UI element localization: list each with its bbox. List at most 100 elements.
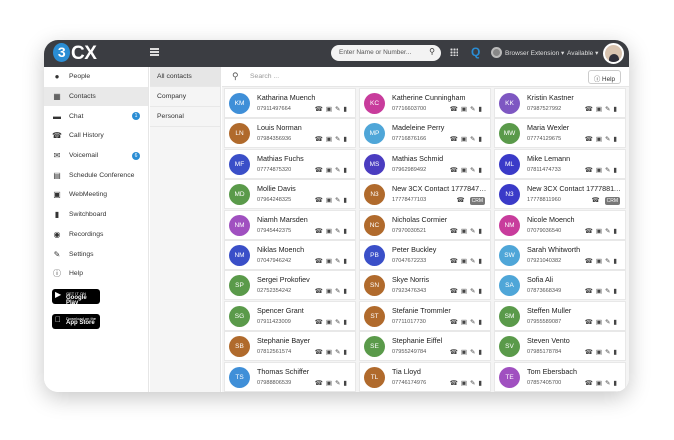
delete-icon[interactable]: ▮ [613, 258, 620, 265]
delete-icon[interactable]: ▮ [343, 319, 350, 326]
google-play-button[interactable]: ▶ GET IT ON Google Play [52, 288, 100, 306]
contact-card[interactable]: LN Louis Norman 07984356936 ☎▣✎▮ [224, 118, 356, 149]
contact-card[interactable]: MW Maria Wexler 07774129675 ☎▣✎▮ [494, 118, 626, 149]
call-icon[interactable]: ☎ [315, 197, 326, 204]
chat-icon[interactable]: ▣ [596, 258, 605, 265]
delete-icon[interactable]: ▮ [613, 136, 620, 143]
contact-card[interactable]: MP Madeleine Perry 07716876166 ☎▣✎▮ [359, 118, 491, 149]
sidebar-item-voicemail[interactable]: ✉ Voicemail 6 [44, 146, 148, 166]
call-icon[interactable]: ☎ [585, 228, 596, 235]
sidebar-item-schedule-conference[interactable]: ▤ Schedule Conference [44, 165, 148, 185]
contact-card[interactable]: NM Nicole Moench 07079036540 ☎▣✎▮ [494, 209, 626, 240]
chat-icon[interactable]: ▣ [461, 106, 470, 113]
call-icon[interactable]: ☎ [450, 106, 461, 113]
chat-icon[interactable]: ▣ [596, 136, 605, 143]
chat-icon[interactable]: ▣ [596, 167, 605, 174]
contact-card[interactable]: SG Spencer Grant 07911423009 ☎▣✎▮ [224, 300, 356, 331]
app-store-button[interactable]:  Download on the App Store [52, 313, 100, 329]
delete-icon[interactable]: ▮ [343, 228, 350, 235]
contact-card[interactable]: MS Mathias Schmid 07962989492 ☎▣✎▮ [359, 148, 491, 179]
delete-icon[interactable]: ▮ [343, 197, 350, 204]
sidebar-item-recordings[interactable]: ◉ Recordings [44, 225, 148, 245]
chat-icon[interactable]: ▣ [326, 319, 335, 326]
status-selector[interactable]: Available ▾ [567, 49, 598, 57]
chat-icon[interactable]: ▣ [326, 380, 335, 387]
chat-icon[interactable]: ▣ [461, 319, 470, 326]
delete-icon[interactable]: ▮ [613, 106, 620, 113]
call-icon[interactable]: ☎ [450, 380, 461, 387]
contact-card[interactable]: PB Peter Buckley 07047672233 ☎▣✎▮ [359, 240, 491, 270]
contact-card[interactable]: KM Katharina Muench 07911497664 ☎▣✎▮ [224, 88, 356, 118]
sidebar-item-people[interactable]: ● People [44, 67, 148, 87]
crm-badge[interactable]: CRM [604, 197, 620, 206]
contact-card[interactable]: SP Sergei Prokofiev 02752354242 ☎▣✎▮ [224, 270, 356, 301]
subnav-personal[interactable]: Personal [150, 107, 220, 127]
contact-card[interactable]: SV Steven Vento 07985178784 ☎▣✎▮ [494, 331, 626, 362]
subnav-all-contacts[interactable]: All contacts [150, 67, 220, 87]
contact-card[interactable]: ST Stefanie Trommler 07711017730 ☎▣✎▮ [359, 300, 491, 331]
chat-icon[interactable]: ▣ [596, 106, 605, 113]
call-icon[interactable]: ☎ [450, 349, 461, 356]
contact-card[interactable]: ML Mike Lemann 07811474733 ☎▣✎▮ [494, 148, 626, 179]
call-icon[interactable]: ☎ [457, 197, 468, 204]
delete-icon[interactable]: ▮ [613, 319, 620, 326]
subnav-company[interactable]: Company [150, 87, 220, 107]
chat-icon[interactable]: ▣ [461, 228, 470, 235]
call-icon[interactable]: ☎ [450, 258, 461, 265]
user-avatar[interactable] [603, 43, 624, 64]
delete-icon[interactable]: ▮ [478, 106, 485, 113]
contact-card[interactable]: N3 New 3CX Contact 17778477… 17778477103 ☎ C… [359, 179, 491, 210]
delete-icon[interactable]: ▮ [613, 228, 620, 235]
call-icon[interactable]: ☎ [450, 288, 461, 295]
contact-card[interactable]: SE Stephanie Eiffel 07955249784 ☎▣✎▮ [359, 331, 491, 362]
chat-icon[interactable]: ▣ [596, 380, 605, 387]
chat-icon[interactable]: ▣ [461, 380, 470, 387]
crm-badge[interactable]: CRM [469, 197, 485, 206]
chat-icon[interactable]: ▣ [326, 167, 335, 174]
sidebar-item-chat[interactable]: ▬ Chat 1 [44, 106, 148, 126]
delete-icon[interactable]: ▮ [343, 258, 350, 265]
delete-icon[interactable]: ▮ [343, 349, 350, 356]
chat-icon[interactable]: ▣ [326, 228, 335, 235]
chat-icon[interactable]: ▣ [596, 319, 605, 326]
sidebar-item-switchboard[interactable]: ▮ Switchboard [44, 205, 148, 225]
contact-card[interactable]: SN Skye Norris 07923476343 ☎▣✎▮ [359, 270, 491, 301]
call-icon[interactable]: ☎ [315, 258, 326, 265]
sidebar-item-webmeeting[interactable]: ▣ WebMeeting [44, 185, 148, 205]
browser-extension-label[interactable]: Browser Extension ▾ [505, 49, 564, 57]
search-icon[interactable]: ⚲ [429, 47, 435, 56]
delete-icon[interactable]: ▮ [478, 228, 485, 235]
contacts-search-input[interactable]: Search ... [250, 73, 279, 80]
contact-card[interactable]: TL Tia Lloyd 07746174976 ☎▣✎▮ [359, 361, 491, 392]
call-icon[interactable]: ☎ [592, 197, 603, 204]
call-icon[interactable]: ☎ [450, 228, 461, 235]
delete-icon[interactable]: ▮ [343, 106, 350, 113]
chat-icon[interactable]: ▣ [461, 167, 470, 174]
call-icon[interactable]: ☎ [315, 106, 326, 113]
delete-icon[interactable]: ▮ [343, 136, 350, 143]
contact-card[interactable]: TS Thomas Schiffer 07988806539 ☎▣✎▮ [224, 361, 356, 392]
contact-card[interactable]: NM Niklas Moench 07047946242 ☎▣✎▮ [224, 240, 356, 270]
call-icon[interactable]: ☎ [315, 319, 326, 326]
call-icon[interactable]: ☎ [585, 106, 596, 113]
chat-icon[interactable]: ▣ [461, 288, 470, 295]
sidebar-item-call-history[interactable]: ☎ Call History [44, 126, 148, 146]
call-icon[interactable]: ☎ [585, 167, 596, 174]
sidebar-item-contacts[interactable]: ▦ Contacts [44, 86, 148, 107]
chat-icon[interactable]: ▣ [596, 228, 605, 235]
chat-icon[interactable]: ▣ [326, 106, 335, 113]
contact-card[interactable]: SM Steffen Muller 07955589087 ☎▣✎▮ [494, 300, 626, 331]
chat-icon[interactable]: ▣ [326, 197, 335, 204]
contact-card[interactable]: TE Tom Ebersbach 07857405700 ☎▣✎▮ [494, 361, 626, 392]
call-icon[interactable]: ☎ [585, 136, 596, 143]
contact-card[interactable]: MF Mathias Fuchs 07774875320 ☎▣✎▮ [224, 148, 356, 179]
delete-icon[interactable]: ▮ [343, 167, 350, 174]
chat-icon[interactable]: ▣ [596, 349, 605, 356]
delete-icon[interactable]: ▮ [478, 349, 485, 356]
chat-icon[interactable]: ▣ [461, 349, 470, 356]
call-icon[interactable]: ☎ [585, 380, 596, 387]
call-icon[interactable]: ☎ [585, 288, 596, 295]
delete-icon[interactable]: ▮ [478, 288, 485, 295]
q-icon[interactable]: Q [471, 45, 480, 59]
chat-icon[interactable]: ▣ [596, 288, 605, 295]
